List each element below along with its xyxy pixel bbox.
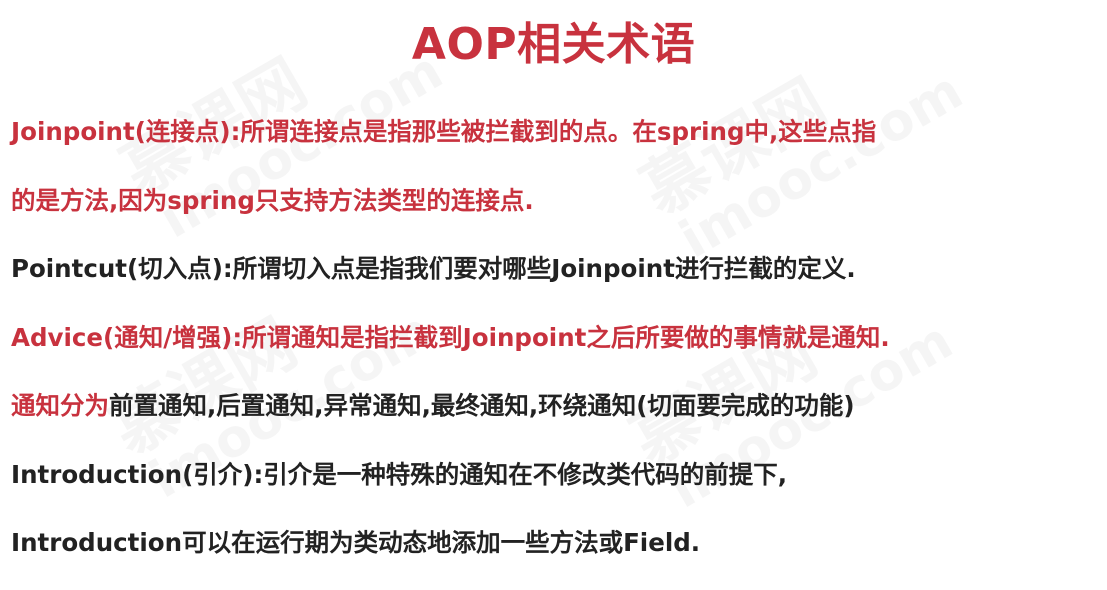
body-text: 前置通知,后置通知,异常通知,最终通知,环绕通知(切面要完成的功能) — [109, 391, 855, 420]
highlight-text: 通知分为 — [11, 391, 109, 420]
text-line-2: 的是方法,因为spring只支持方法类型的连接点. — [11, 176, 1096, 245]
body-text: Pointcut(切入点):所谓切入点是指我们要对哪些Joinpoint进行拦截… — [11, 254, 856, 283]
text-line-6: Introduction(引介):引介是一种特殊的通知在不修改类代码的前提下, — [11, 450, 1096, 519]
text-line-3: Pointcut(切入点):所谓切入点是指我们要对哪些Joinpoint进行拦截… — [11, 244, 1096, 313]
text-line-7: Introduction可以在运行期为类动态地添加一些方法或Field. — [11, 518, 1096, 587]
text-line-5: 通知分为前置通知,后置通知,异常通知,最终通知,环绕通知(切面要完成的功能) — [11, 381, 1096, 450]
content-body: Joinpoint(连接点):所谓连接点是指那些被拦截到的点。在spring中,… — [11, 107, 1096, 587]
text-line-4: Advice(通知/增强):所谓通知是指拦截到Joinpoint之后所要做的事情… — [11, 313, 1096, 382]
text-line-1: Joinpoint(连接点):所谓连接点是指那些被拦截到的点。在spring中,… — [11, 107, 1096, 176]
body-text: Introduction可以在运行期为类动态地添加一些方法或Field. — [11, 528, 701, 557]
highlight-text: Advice(通知/增强):所谓通知是指拦截到Joinpoint之后所要做的事情… — [11, 322, 890, 352]
highlight-text: 的是方法,因为spring只支持方法类型的连接点. — [11, 185, 534, 215]
body-text: Introduction(引介):引介是一种特殊的通知在不修改类代码的前提下, — [11, 459, 788, 489]
highlight-text: Joinpoint(连接点):所谓连接点是指那些被拦截到的点。在spring中,… — [11, 117, 877, 146]
page-title: AOP相关术语 — [411, 19, 696, 70]
